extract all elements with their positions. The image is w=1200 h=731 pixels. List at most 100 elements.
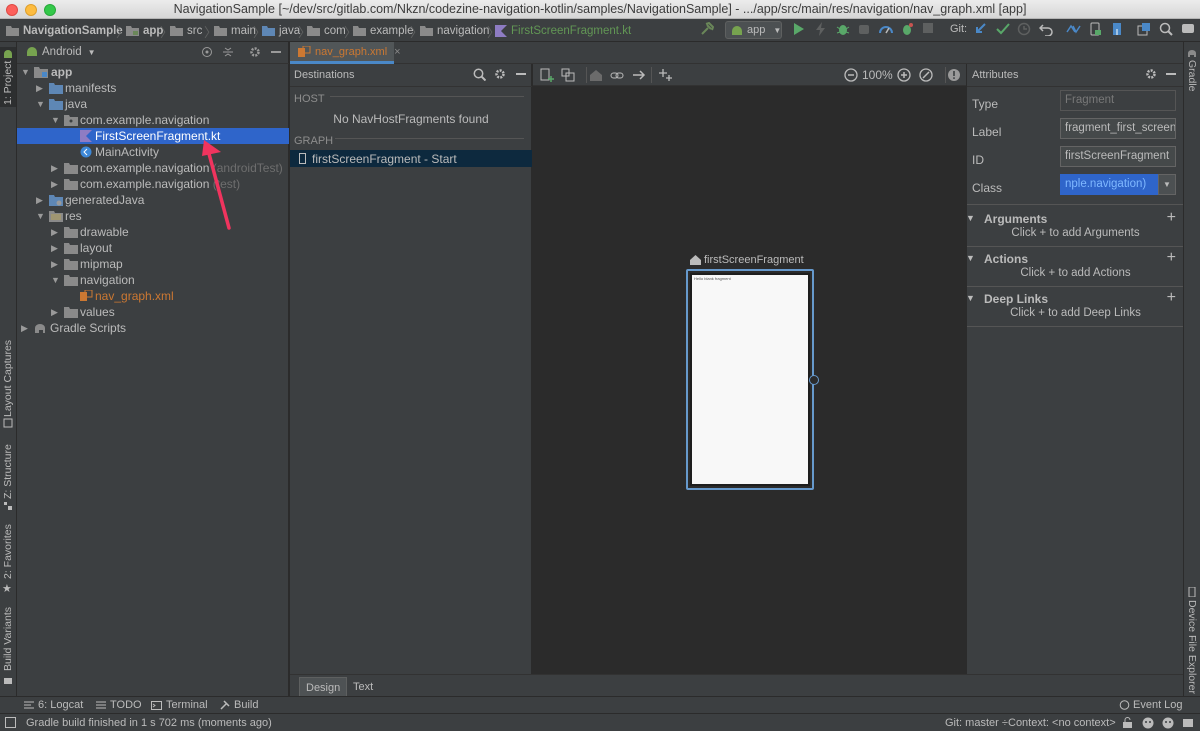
run-configuration-dropdown[interactable]: app ▼ <box>725 21 782 39</box>
event-log-tool-button[interactable]: Event Log <box>1119 699 1183 711</box>
tree-item-manifests[interactable]: ▶ manifests <box>17 80 289 96</box>
terminal-tool-button[interactable]: Terminal <box>151 699 208 711</box>
sdk-manager-icon[interactable] <box>1110 22 1124 36</box>
git-branch-widget[interactable]: Git: master ÷ <box>945 717 1008 729</box>
tree-item-package-android-test[interactable]: ▶ com.example.navigation (androidTest) <box>17 160 289 176</box>
breadcrumb-app[interactable]: app <box>126 23 163 38</box>
debug-attach-icon[interactable] <box>900 22 914 36</box>
inspector-face-icon[interactable] <box>1142 717 1154 729</box>
home-icon[interactable] <box>589 68 603 82</box>
tree-item-nav-graph[interactable]: nav_graph.xml <box>17 288 289 304</box>
gear-icon[interactable] <box>1145 68 1157 80</box>
zoom-to-fit-icon[interactable] <box>919 68 933 82</box>
action-handle[interactable] <box>809 375 819 385</box>
attach-debugger-icon[interactable] <box>857 22 871 36</box>
tree-item-package-test[interactable]: ▶ com.example.navigation (test) <box>17 176 289 192</box>
breadcrumb-main[interactable]: main <box>214 23 256 38</box>
tab-nav-graph[interactable]: nav_graph.xml × <box>290 42 401 64</box>
build-tool-button[interactable]: Build <box>220 699 258 711</box>
tab-text[interactable]: Text <box>347 677 379 697</box>
build-variants-tool-button[interactable]: Build Variants <box>0 607 16 687</box>
logcat-tool-button[interactable]: 6: Logcat <box>24 699 83 711</box>
breadcrumb-com[interactable]: com <box>307 23 346 38</box>
arrow-right-icon[interactable] <box>632 68 646 82</box>
sync-gradle-icon[interactable] <box>1065 22 1081 36</box>
tab-design[interactable]: Design <box>299 677 348 697</box>
breadcrumb-src[interactable]: src <box>170 23 202 38</box>
tree-item-gradle-scripts[interactable]: ▶ Gradle Scripts <box>17 320 289 336</box>
breadcrumb-navigation[interactable]: navigation <box>420 23 489 38</box>
notifications-icon[interactable] <box>1182 717 1194 729</box>
hide-panel-icon[interactable] <box>1166 73 1176 75</box>
search-icon[interactable] <box>1159 22 1173 36</box>
profiler-icon[interactable] <box>879 22 893 36</box>
avd-manager-icon[interactable] <box>1088 22 1102 36</box>
tree-item-generated-java[interactable]: ▶ generatedJava <box>17 192 289 208</box>
event-log-bubble-icon <box>1119 700 1130 710</box>
todo-tool-button[interactable]: TODO <box>96 699 142 711</box>
git-update-icon[interactable] <box>974 22 988 36</box>
gradle-tool-button[interactable]: Gradle <box>1184 46 1200 101</box>
close-tab-icon[interactable]: × <box>394 46 400 58</box>
feedback-face-icon[interactable] <box>1162 717 1174 729</box>
git-history-icon[interactable] <box>1017 22 1031 36</box>
add-action-button[interactable]: + <box>1167 249 1176 267</box>
tree-item-layout[interactable]: ▶ layout <box>17 240 289 256</box>
breadcrumb-example[interactable]: example <box>353 23 413 38</box>
tree-item-java[interactable]: ▼ java <box>17 96 289 112</box>
scroll-from-source-icon[interactable] <box>201 46 213 58</box>
host-section-header: HOST <box>294 93 325 105</box>
gear-icon[interactable] <box>249 46 261 58</box>
lock-icon[interactable] <box>1122 717 1133 728</box>
tool-windows-toggle-icon[interactable] <box>5 717 16 728</box>
tree-item-mipmap[interactable]: ▶ mipmap <box>17 256 289 272</box>
tree-item-res[interactable]: ▼ res <box>17 208 289 224</box>
expand-arrow-icon[interactable]: ▼ <box>966 253 975 263</box>
label-field[interactable]: fragment_first_screen <box>1060 118 1176 139</box>
expand-arrow-icon[interactable]: ▼ <box>966 293 975 303</box>
git-commit-icon[interactable] <box>996 22 1010 36</box>
structure-tool-button[interactable]: Z: Structure <box>0 444 16 512</box>
hide-panel-icon[interactable] <box>271 51 281 53</box>
apply-changes-icon[interactable] <box>815 22 827 36</box>
class-dropdown-chevron-icon[interactable]: ▼ <box>1158 174 1176 195</box>
nested-graph-icon[interactable] <box>561 68 575 82</box>
tree-item-navigation[interactable]: ▼ navigation <box>17 272 289 288</box>
tree-item-first-screen-fragment[interactable]: FirstScreenFragment.kt <box>17 128 289 144</box>
add-deep-link-button[interactable]: + <box>1167 289 1176 307</box>
zoom-in-icon[interactable] <box>897 68 911 82</box>
fragment-node[interactable]: Hello blank fragment <box>686 269 819 490</box>
breadcrumb-file[interactable]: FirstScreenFragment.kt <box>495 23 631 38</box>
tree-item-values[interactable]: ▶ values <box>17 304 289 320</box>
stop-icon[interactable] <box>922 22 934 34</box>
add-argument-button[interactable]: + <box>1167 209 1176 227</box>
project-view-selector[interactable]: Android ▼ <box>42 46 96 58</box>
debug-icon[interactable] <box>836 22 850 36</box>
collapse-all-icon[interactable] <box>222 46 234 58</box>
layout-captures-tool-button[interactable]: Layout Captures <box>0 340 16 432</box>
warning-icon[interactable] <box>947 68 961 82</box>
expand-arrow-icon[interactable]: ▼ <box>966 213 975 223</box>
auto-arrange-icon[interactable] <box>658 68 672 82</box>
destination-item-first-screen[interactable]: firstScreenFragment - Start <box>290 150 532 167</box>
assistant-icon[interactable] <box>1181 22 1195 36</box>
device-file-explorer-tool-button[interactable]: Device File Explorer <box>1184 585 1200 694</box>
new-destination-icon[interactable] <box>540 68 554 82</box>
zoom-out-icon[interactable] <box>844 68 858 82</box>
run-icon[interactable] <box>793 22 805 36</box>
project-tool-button[interactable]: 1: Project <box>0 47 16 107</box>
id-field[interactable]: firstScreenFragment <box>1060 146 1176 167</box>
project-structure-icon[interactable] <box>1137 22 1151 36</box>
git-revert-icon[interactable] <box>1039 22 1053 36</box>
tree-item-drawable[interactable]: ▶ drawable <box>17 224 289 240</box>
tree-item-main-activity[interactable]: MainActivity <box>17 144 289 160</box>
breadcrumb-java[interactable]: java <box>262 23 300 38</box>
link-icon[interactable] <box>610 68 624 82</box>
class-field[interactable]: nple.navigation) <box>1060 174 1158 195</box>
favorites-tool-button[interactable]: 2: Favorites ★ <box>0 524 16 597</box>
breadcrumb-project[interactable]: NavigationSample <box>6 23 123 38</box>
build-hammer-icon[interactable] <box>700 22 714 36</box>
tree-item-app[interactable]: ▼ app <box>17 64 289 80</box>
context-widget[interactable]: Context: <no context> <box>1008 717 1116 729</box>
tree-item-package[interactable]: ▼ com.example.navigation <box>17 112 289 128</box>
